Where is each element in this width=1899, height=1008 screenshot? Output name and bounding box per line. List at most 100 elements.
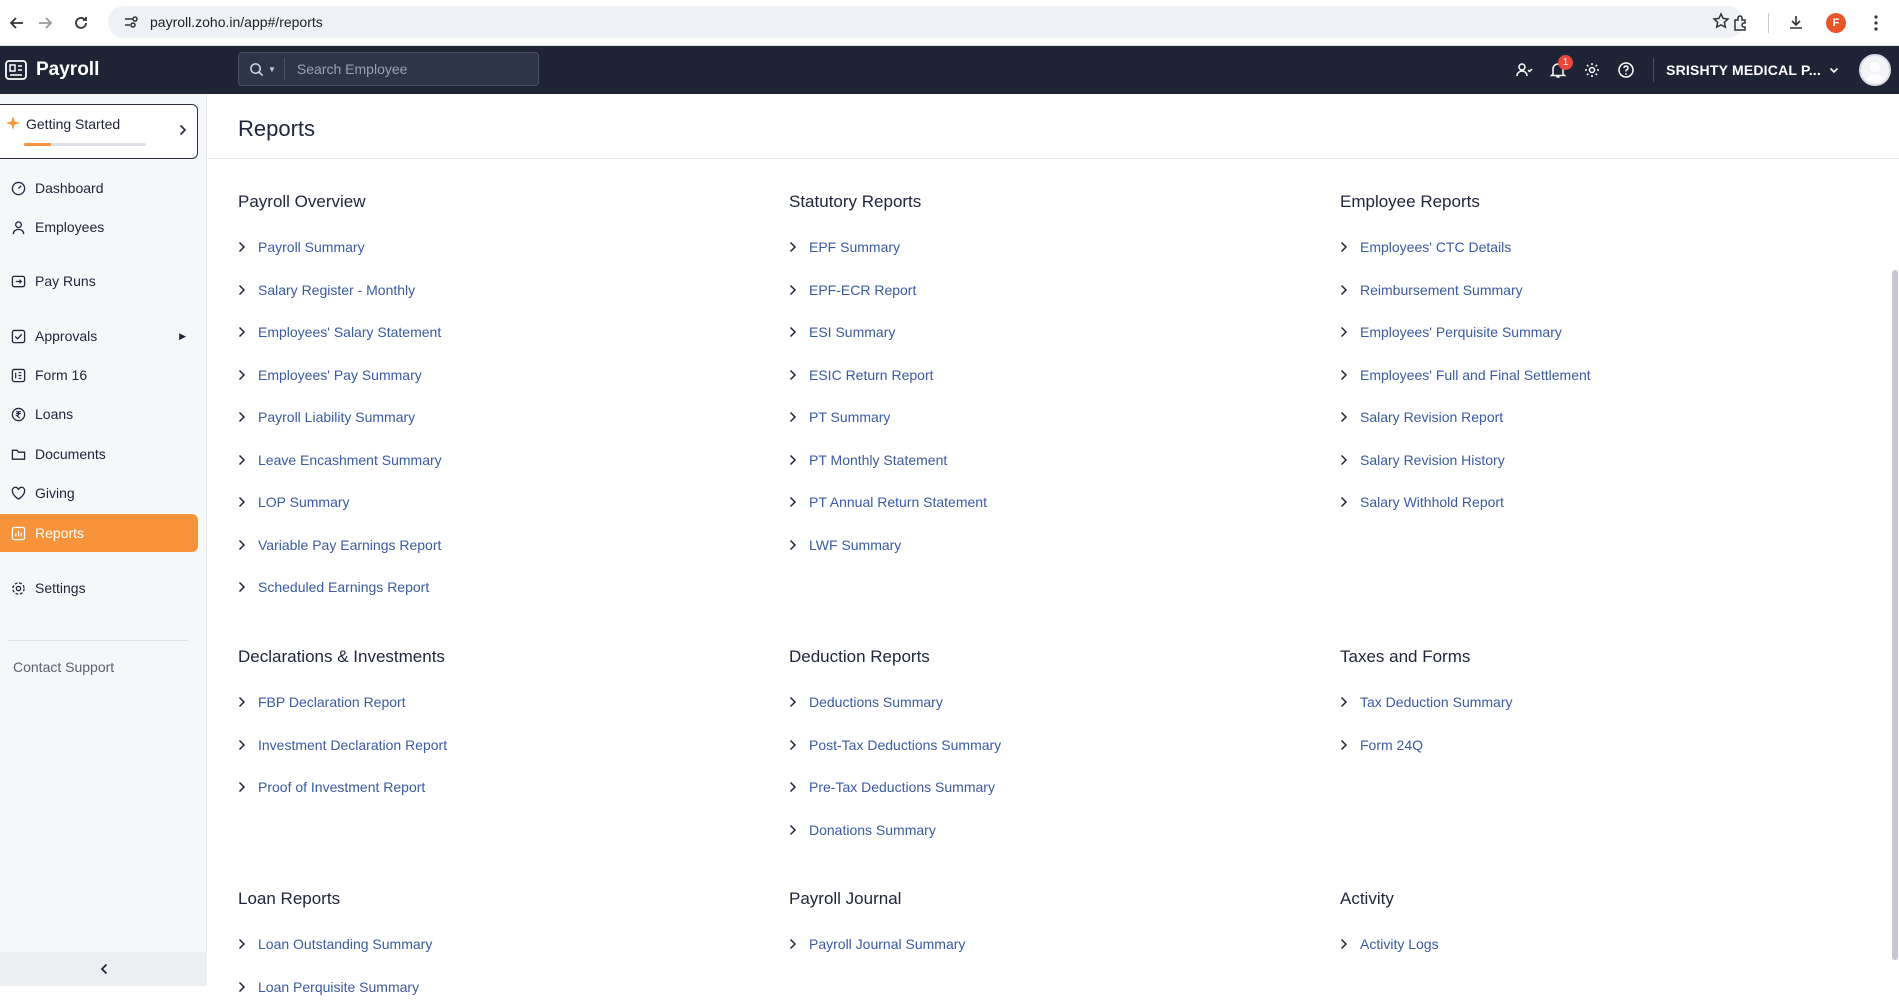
report-link[interactable]: EPF-ECR Report xyxy=(789,269,987,312)
sidebar-item-pay-runs[interactable]: Pay Runs xyxy=(0,262,198,300)
sparkle-icon xyxy=(5,115,21,136)
sidebar-item-label: Pay Runs xyxy=(35,273,96,289)
report-link[interactable]: Employees' Pay Summary xyxy=(238,354,442,397)
section-title: Employee Reports xyxy=(1340,192,1591,218)
report-link[interactable]: Deductions Summary xyxy=(789,681,1001,724)
report-link[interactable]: Proof of Investment Report xyxy=(238,766,447,809)
report-link[interactable]: Salary Register - Monthly xyxy=(238,269,442,312)
url-text: payroll.zoho.in/app#/reports xyxy=(150,14,323,30)
chevron-right-icon xyxy=(238,326,250,338)
report-link[interactable]: Scheduled Earnings Report xyxy=(238,566,442,609)
report-link[interactable]: Salary Withhold Report xyxy=(1340,481,1591,524)
report-link[interactable]: PT Monthly Statement xyxy=(789,439,987,482)
chevron-right-icon xyxy=(1340,454,1352,466)
report-link-label: PT Summary xyxy=(809,409,890,425)
report-link[interactable]: Employees' CTC Details xyxy=(1340,226,1591,269)
org-switcher[interactable]: SRISHTY MEDICAL P... xyxy=(1666,62,1839,78)
chevron-right-icon xyxy=(238,981,250,993)
report-link-label: Employees' CTC Details xyxy=(1360,239,1511,255)
report-link[interactable]: Payroll Summary xyxy=(238,226,442,269)
report-link[interactable]: Investment Declaration Report xyxy=(238,724,447,767)
report-link-label: Reimbursement Summary xyxy=(1360,282,1523,298)
getting-started-label: Getting Started xyxy=(26,116,120,132)
report-link-label: Proof of Investment Report xyxy=(258,779,425,795)
sidebar-item-dashboard[interactable]: Dashboard xyxy=(0,169,198,207)
report-link[interactable]: Employees' Salary Statement xyxy=(238,311,442,354)
contact-support-link[interactable]: Contact Support xyxy=(13,659,114,675)
report-link[interactable]: PT Summary xyxy=(789,396,987,439)
profile-button[interactable]: F xyxy=(1819,6,1853,40)
referral-icon[interactable] xyxy=(1507,53,1541,87)
search-icon[interactable] xyxy=(249,62,264,77)
report-link[interactable]: Employees' Full and Final Settlement xyxy=(1340,354,1591,397)
chevron-left-icon xyxy=(99,963,109,975)
sidebar-item-documents[interactable]: Documents xyxy=(0,435,198,473)
avatar[interactable] xyxy=(1859,54,1891,86)
report-link[interactable]: Payroll Liability Summary xyxy=(238,396,442,439)
report-link[interactable]: Leave Encashment Summary xyxy=(238,439,442,482)
report-link[interactable]: FBP Declaration Report xyxy=(238,681,447,724)
chevron-right-icon xyxy=(789,241,801,253)
collapse-sidebar-button[interactable] xyxy=(0,952,207,986)
report-link[interactable]: Payroll Journal Summary xyxy=(789,923,965,966)
sidebar-item-loans[interactable]: Loans xyxy=(0,395,198,433)
sidebar-item-label: Dashboard xyxy=(35,180,104,196)
chevron-right-icon xyxy=(238,739,250,751)
sidebar-item-giving[interactable]: Giving xyxy=(0,474,198,512)
search-input[interactable] xyxy=(297,61,517,77)
report-link[interactable]: Form 24Q xyxy=(1340,724,1513,767)
employee-search[interactable]: ▼ xyxy=(238,52,539,86)
report-link-label: Post-Tax Deductions Summary xyxy=(809,737,1001,753)
report-link-label: Salary Withhold Report xyxy=(1360,494,1504,510)
report-link[interactable]: Post-Tax Deductions Summary xyxy=(789,724,1001,767)
sidebar-item-reports[interactable]: Reports xyxy=(0,514,198,552)
download-icon[interactable] xyxy=(1779,6,1813,40)
report-link[interactable]: LWF Summary xyxy=(789,524,987,567)
report-link[interactable]: Tax Deduction Summary xyxy=(1340,681,1513,724)
report-link[interactable]: Donations Summary xyxy=(789,809,1001,852)
report-link[interactable]: Loan Perquisite Summary xyxy=(238,966,432,1008)
browser-menu-icon[interactable] xyxy=(1859,6,1893,40)
report-section: ActivityActivity Logs xyxy=(1340,889,1439,966)
report-link[interactable]: ESI Summary xyxy=(789,311,987,354)
report-link-label: Activity Logs xyxy=(1360,936,1439,952)
forward-icon[interactable] xyxy=(30,8,60,38)
report-link[interactable]: PT Annual Return Statement xyxy=(789,481,987,524)
getting-started-card[interactable]: Getting Started xyxy=(0,104,198,159)
sidebar-item-employees[interactable]: Employees xyxy=(0,208,198,246)
report-link[interactable]: LOP Summary xyxy=(238,481,442,524)
back-icon[interactable] xyxy=(2,8,32,38)
sidebar-item-form-16[interactable]: Form 16 xyxy=(0,356,198,394)
reload-icon[interactable] xyxy=(66,8,96,38)
report-link[interactable]: Employees' Perquisite Summary xyxy=(1340,311,1591,354)
report-link[interactable]: Loan Outstanding Summary xyxy=(238,923,432,966)
scrollbar[interactable] xyxy=(1891,270,1899,960)
site-settings-icon[interactable] xyxy=(122,13,140,31)
report-link[interactable]: Salary Revision History xyxy=(1340,439,1591,482)
sidebar-item-approvals[interactable]: Approvals ▶ xyxy=(0,317,198,355)
section-title: Deduction Reports xyxy=(789,647,1001,673)
report-link[interactable]: Pre-Tax Deductions Summary xyxy=(789,766,1001,809)
report-link[interactable]: ESIC Return Report xyxy=(789,354,987,397)
check-square-icon xyxy=(10,328,26,344)
brand[interactable]: Payroll xyxy=(0,46,207,94)
sidebar-item-settings[interactable]: Settings xyxy=(0,569,198,607)
report-link-label: Payroll Summary xyxy=(258,239,365,255)
report-link[interactable]: Activity Logs xyxy=(1340,923,1439,966)
search-filter-caret-icon[interactable]: ▼ xyxy=(268,65,276,74)
report-link[interactable]: EPF Summary xyxy=(789,226,987,269)
report-link-label: Payroll Liability Summary xyxy=(258,409,415,425)
chevron-right-icon xyxy=(1340,369,1352,381)
scrollbar-thumb[interactable] xyxy=(1892,270,1898,960)
report-link-label: FBP Declaration Report xyxy=(258,694,406,710)
report-link[interactable]: Variable Pay Earnings Report xyxy=(238,524,442,567)
chevron-right-icon xyxy=(1340,496,1352,508)
report-link[interactable]: Reimbursement Summary xyxy=(1340,269,1591,312)
help-icon[interactable] xyxy=(1609,53,1643,87)
report-link[interactable]: Salary Revision Report xyxy=(1340,396,1591,439)
report-link-label: Payroll Journal Summary xyxy=(809,936,965,952)
settings-gear-icon[interactable] xyxy=(1575,53,1609,87)
address-bar[interactable]: payroll.zoho.in/app#/reports xyxy=(108,6,1744,38)
extensions-icon[interactable] xyxy=(1724,6,1758,40)
notifications-button[interactable]: 1 xyxy=(1541,53,1575,87)
